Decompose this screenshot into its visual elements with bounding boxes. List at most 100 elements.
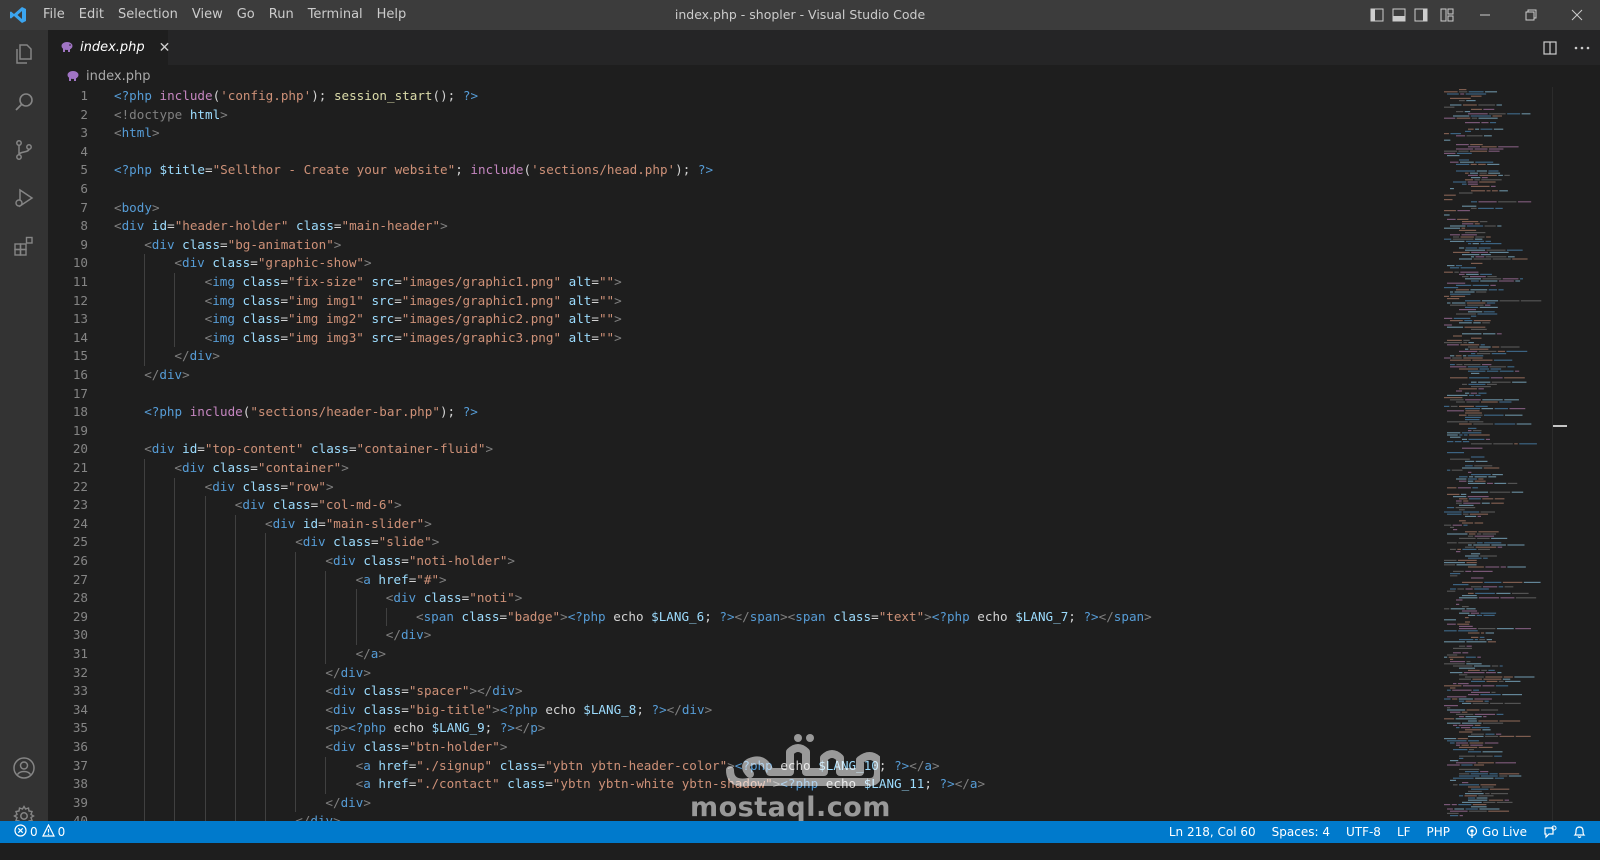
minimap-line [1482,751,1503,753]
minimap-line [1478,117,1498,119]
code-token: ?> [462,88,479,103]
close-tab-icon[interactable]: ✕ [159,40,171,56]
accounts-icon[interactable] [0,744,48,792]
code-editor[interactable]: 1 <?php include('config.php'); session_st… [48,87,1600,821]
toggle-primary-sidebar-icon[interactable] [1366,0,1388,30]
code-line[interactable]: 8 <div id="header-holder" class="main-hea… [48,217,1438,236]
menu-selection[interactable]: Selection [111,0,185,30]
code-line[interactable]: 22 <div class="row"> [48,478,1438,497]
code-line[interactable]: 16 </div> [48,366,1438,385]
code-line[interactable]: 12 <img class="img img1" src="images/grap… [48,292,1438,311]
code-line[interactable]: 5 <?php $title="Sellthor - Create your we… [48,161,1438,180]
indent-guide [204,738,206,757]
minimap-line [1494,755,1502,757]
code-line[interactable]: 34 <div class="big-title"><?php echo $LAN… [48,701,1438,720]
code-line[interactable]: 20 <div id="top-content" class="container… [48,440,1438,459]
code-token: img [212,292,235,308]
minimap-line [1496,333,1502,335]
line-number: 4 [80,143,88,159]
code-line[interactable]: 18 <?php include("sections/header-bar.php… [48,403,1438,422]
tab-index-php[interactable]: index.php ✕ [48,30,171,65]
minimap[interactable] [1440,87,1550,821]
minimap-line [1472,570,1493,572]
minimap-line [1459,537,1476,539]
more-actions-icon[interactable] [1564,30,1600,65]
code-token: div [159,367,183,382]
code-line[interactable]: 31 </a> [48,645,1438,664]
menu-terminal[interactable]: Terminal [301,0,370,30]
toggle-secondary-sidebar-icon[interactable] [1410,0,1432,30]
vscode-logo-icon[interactable] [0,0,36,30]
menu-help[interactable]: Help [370,0,414,30]
code-line[interactable]: 7 <body> [48,199,1438,218]
minimize-button[interactable] [1462,0,1508,30]
code-line[interactable]: 13 <img class="img img2" src="images/grap… [48,310,1438,329]
code-line[interactable]: 17 [48,385,1438,404]
menu-go[interactable]: Go [230,0,262,30]
code-line[interactable]: 6 [48,180,1438,199]
minimap-line [1471,577,1484,579]
code-token: < [114,218,122,234]
run-debug-icon[interactable] [0,174,48,222]
code-line[interactable]: 2 <!doctype html> [48,106,1438,125]
toggle-panel-icon[interactable] [1388,0,1410,30]
code-line[interactable]: 4 [48,143,1438,162]
code-line[interactable]: 11 <img class="fix-size" src="images/grap… [48,273,1438,292]
feedback-icon[interactable] [1535,825,1565,839]
code-line[interactable]: 1 <?php include('config.php'); session_st… [48,87,1438,106]
code-token: class [499,776,546,792]
code-text: <div id="header-holder" class="main-head… [114,217,448,236]
code-line[interactable]: 10 <div class="graphic-show"> [48,254,1438,273]
minimap-line [1497,546,1503,548]
end-of-line[interactable]: LF [1389,821,1419,843]
problems-indicator[interactable]: 0 0 [0,821,65,843]
menu-file[interactable]: File [36,0,72,30]
code-line[interactable]: 14 <img class="img img3" src="images/grap… [48,329,1438,348]
breadcrumb-file[interactable]: index.php [86,69,150,84]
menu-view[interactable]: View [185,0,230,30]
language-mode[interactable]: PHP [1419,821,1459,843]
code-line[interactable]: 24 <div id="main-slider"> [48,515,1438,534]
search-icon[interactable] [0,78,48,126]
split-editor-icon[interactable] [1536,30,1564,65]
code-line[interactable]: 33 <div class="spacer"></div> [48,682,1438,701]
minimap-line [1464,111,1471,113]
explorer-icon[interactable] [0,30,48,78]
minimap-line [1480,612,1497,614]
minimap-line [1489,773,1498,775]
go-live-button[interactable]: Go Live [1458,821,1535,843]
file-encoding[interactable]: UTF-8 [1338,821,1389,843]
customize-layout-icon[interactable] [1432,0,1462,30]
minimap-line [1507,544,1525,546]
indentation[interactable]: Spaces: 4 [1264,821,1338,843]
code-line[interactable]: 26 <div class="noti-holder"> [48,552,1438,571]
code-line[interactable]: 28 <div class="noti"> [48,589,1438,608]
minimap-line [1450,548,1456,550]
code-token: ?> [939,776,955,792]
code-line[interactable]: 27 <a href="#"> [48,571,1438,590]
code-line[interactable]: 15 </div> [48,347,1438,366]
menu-edit[interactable]: Edit [72,0,111,30]
extensions-icon[interactable] [0,222,48,270]
code-line[interactable]: 19 [48,422,1438,441]
minimap-line [1477,515,1481,517]
code-line[interactable]: 32 </div> [48,664,1438,683]
minimap-line [1468,566,1484,568]
code-line[interactable]: 25 <div class="slide"> [48,533,1438,552]
minimap-line [1496,592,1511,594]
close-window-button[interactable] [1554,0,1600,30]
code-line[interactable]: 9 <div class="bg-animation"> [48,236,1438,255]
code-token: class [303,441,349,457]
code-line[interactable]: 3 <html> [48,124,1438,143]
notifications-bell-icon[interactable] [1565,825,1600,839]
code-line[interactable]: 29 <span class="badge"><?php echo $LANG_6… [48,608,1438,627]
code-line[interactable]: 23 <div class="col-md-6"> [48,496,1438,515]
code-line[interactable]: 21 <div class="container"> [48,459,1438,478]
restore-button[interactable] [1508,0,1554,30]
source-control-icon[interactable] [0,126,48,174]
vertical-scrollbar[interactable] [1552,87,1567,821]
menu-run[interactable]: Run [262,0,301,30]
code-text: <div class="bg-animation"> [144,236,341,255]
cursor-position[interactable]: Ln 218, Col 60 [1161,821,1264,843]
code-line[interactable]: 30 </div> [48,626,1438,645]
